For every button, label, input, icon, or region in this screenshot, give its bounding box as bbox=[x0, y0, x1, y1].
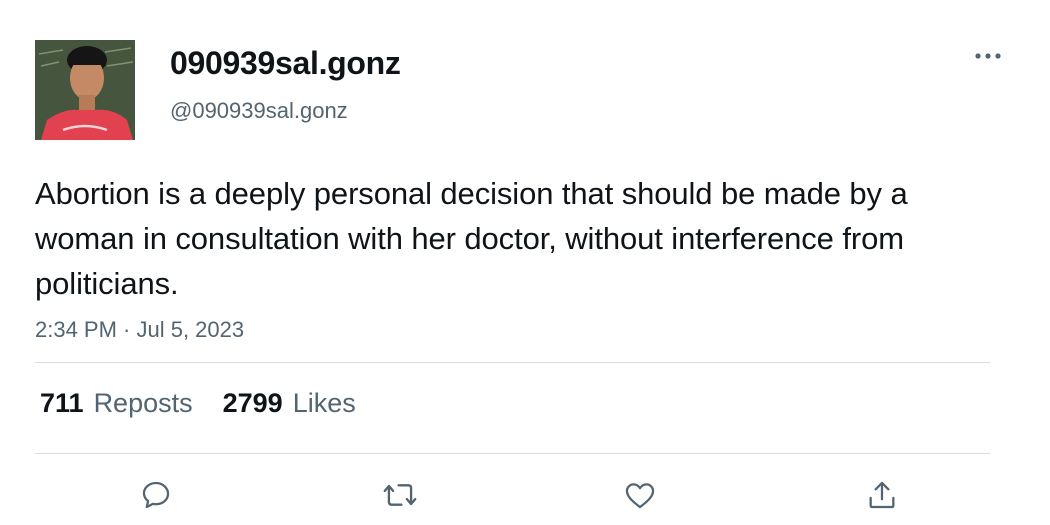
reposts-count: 711 bbox=[40, 388, 84, 418]
divider-bottom bbox=[35, 453, 990, 454]
more-options-button[interactable] bbox=[968, 42, 1008, 70]
tweet-text: Abortion is a deeply personal decision t… bbox=[35, 176, 908, 301]
like-icon bbox=[625, 483, 655, 509]
reposts-stat[interactable]: 711 Reposts bbox=[40, 388, 193, 419]
share-icon bbox=[869, 481, 895, 509]
display-name[interactable]: 090939sal.gonz bbox=[170, 45, 401, 82]
reposts-label: Reposts bbox=[93, 388, 193, 418]
likes-label: Likes bbox=[292, 388, 356, 418]
tweet-card: 090939sal.gonz @090939sal.gonz Abortion … bbox=[0, 0, 1050, 525]
likes-count: 2799 bbox=[222, 388, 283, 418]
more-dots-icon bbox=[975, 53, 1001, 59]
divider-top bbox=[35, 362, 990, 363]
tweet-timestamp[interactable]: 2:34 PM · Jul 5, 2023 bbox=[35, 317, 244, 343]
repost-icon bbox=[383, 484, 417, 506]
avatar-photo-icon bbox=[35, 40, 135, 140]
likes-stat[interactable]: 2799 Likes bbox=[223, 388, 356, 419]
user-handle[interactable]: @090939sal.gonz bbox=[170, 98, 348, 124]
tweet-stats: 711 Reposts 2799 Likes bbox=[40, 388, 386, 419]
reply-button[interactable] bbox=[136, 475, 176, 515]
repost-button[interactable] bbox=[380, 475, 420, 515]
avatar[interactable] bbox=[35, 40, 135, 140]
share-button[interactable] bbox=[862, 475, 902, 515]
like-button[interactable] bbox=[620, 475, 660, 515]
reply-icon bbox=[142, 481, 170, 509]
